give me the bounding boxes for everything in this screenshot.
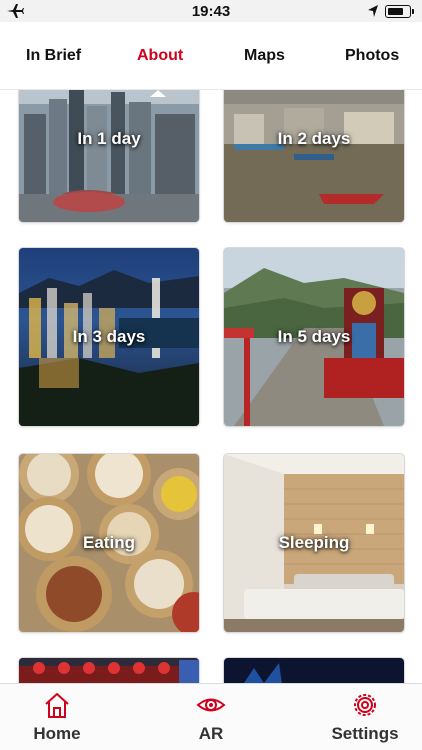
battery-icon	[385, 5, 411, 18]
nav-home-label: Home	[33, 724, 81, 743]
home-icon	[45, 693, 69, 718]
tab-about[interactable]: About	[137, 47, 183, 65]
eye-icon	[196, 698, 226, 712]
harbor-photo	[224, 90, 404, 222]
card-in-2-days[interactable]: In 2 days	[224, 90, 404, 222]
tab-in-brief[interactable]: In Brief	[26, 47, 81, 65]
battery-level	[388, 8, 403, 15]
itinerary-grid: In 1 day In 2 days In 3 days In 5 days E…	[0, 90, 422, 683]
battery-tip	[412, 9, 414, 14]
bottom-nav: Home AR Settings	[0, 683, 422, 750]
card-label: Sleeping	[278, 533, 350, 552]
nav-ar[interactable]: AR	[171, 684, 251, 750]
gear-icon	[354, 694, 376, 716]
tab-maps[interactable]: Maps	[244, 47, 285, 65]
active-tab-indicator	[150, 90, 166, 97]
nav-settings-label: Settings	[331, 724, 399, 743]
card-in-3-days[interactable]: In 3 days	[19, 248, 199, 426]
card-sleeping[interactable]: Sleeping	[224, 454, 404, 632]
nav-home[interactable]: Home	[17, 684, 97, 750]
location-arrow-icon	[368, 5, 378, 17]
city-photo	[19, 90, 199, 222]
card-label: Eating	[83, 533, 135, 552]
top-tabs: In Brief About Maps Photos	[0, 22, 422, 90]
card-label: In 5 days	[277, 327, 351, 346]
card-in-1-day[interactable]: In 1 day	[19, 90, 199, 222]
card-label: In 3 days	[72, 327, 146, 346]
lanterns-photo	[19, 658, 199, 683]
nav-settings[interactable]: Settings	[325, 684, 405, 750]
card-label: In 2 days	[277, 129, 351, 148]
tab-photos[interactable]: Photos	[345, 47, 399, 65]
card-eating[interactable]: Eating	[19, 454, 199, 632]
card-partial-right[interactable]	[224, 658, 404, 683]
card-in-5-days[interactable]: In 5 days	[224, 248, 404, 426]
status-bar: 19:43	[0, 0, 422, 22]
nav-ar-label: AR	[198, 724, 224, 743]
night-show-photo	[224, 658, 404, 683]
status-time: 19:43	[191, 3, 231, 20]
card-label: In 1 day	[77, 129, 141, 148]
card-partial-left[interactable]	[19, 658, 199, 683]
